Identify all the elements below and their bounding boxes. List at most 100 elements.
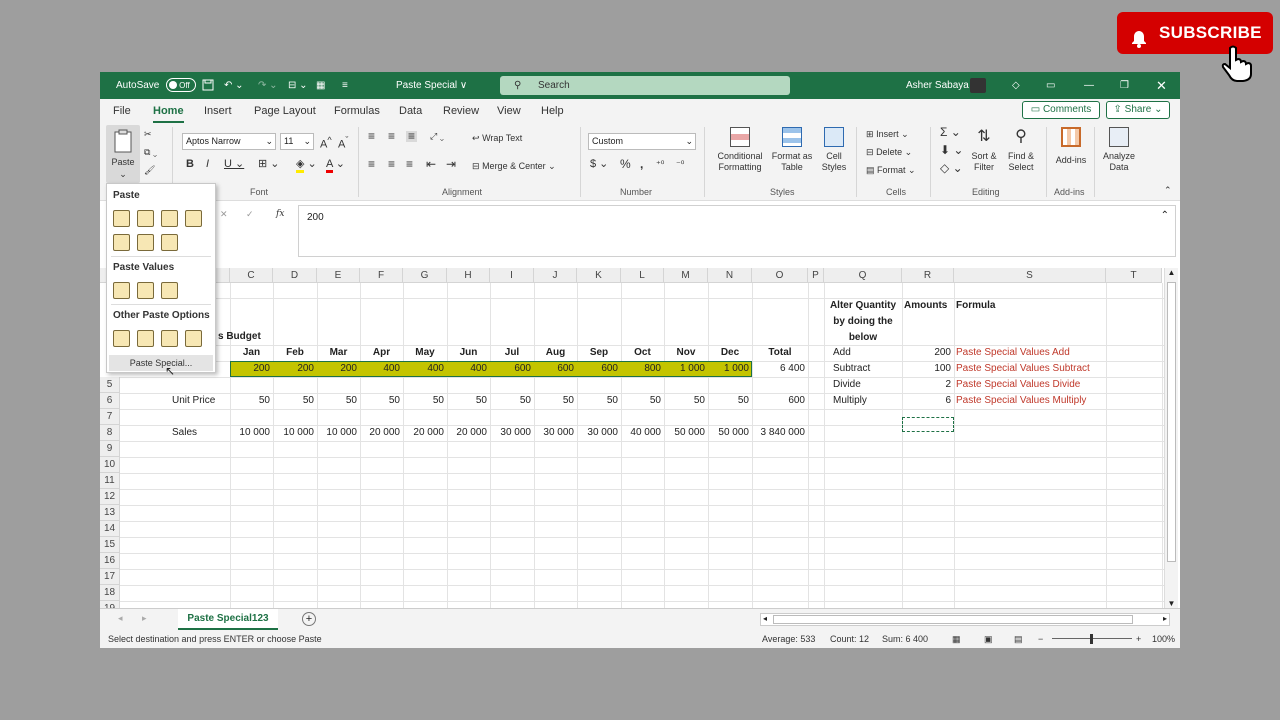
- copy-icon[interactable]: ⧉ ⌄: [144, 147, 157, 158]
- zoom-in-icon[interactable]: +: [1136, 630, 1141, 648]
- fill-icon[interactable]: ⬇ ⌄: [940, 144, 963, 156]
- tab-help[interactable]: Help: [541, 99, 564, 123]
- values-number-format-icon[interactable]: [137, 282, 154, 299]
- unit-price-cell[interactable]: 50: [534, 393, 577, 409]
- column-header[interactable]: J: [534, 268, 577, 283]
- next-sheet-icon[interactable]: ▸: [142, 613, 147, 624]
- sales-cell[interactable]: 40 000: [621, 425, 664, 441]
- sales-cell[interactable]: 20 000: [447, 425, 490, 441]
- column-header[interactable]: Q: [824, 268, 902, 283]
- diamond-icon[interactable]: ◇: [1012, 72, 1020, 99]
- quantity-cell[interactable]: 400: [360, 361, 403, 377]
- column-header[interactable]: K: [577, 268, 621, 283]
- table-icon[interactable]: ▦: [316, 72, 325, 99]
- sales-cell[interactable]: 10 000: [317, 425, 360, 441]
- row-header[interactable]: 7: [100, 409, 120, 425]
- sales-cell[interactable]: 10 000: [273, 425, 317, 441]
- op-cell[interactable]: Multiply: [833, 393, 867, 409]
- op-cell[interactable]: Add: [833, 345, 851, 361]
- hscroll-thumb[interactable]: [773, 615, 1133, 624]
- user-name[interactable]: Asher Sabaya: [906, 72, 969, 99]
- column-header[interactable]: S: [954, 268, 1106, 283]
- scroll-thumb[interactable]: [1167, 282, 1176, 562]
- increase-decimal-icon[interactable]: ⁺⁰: [656, 159, 664, 170]
- column-header[interactable]: I: [490, 268, 534, 283]
- column-header[interactable]: T: [1106, 268, 1162, 283]
- align-bottom-icon[interactable]: ≡: [406, 130, 418, 142]
- column-header[interactable]: G: [403, 268, 447, 283]
- unit-price-cell[interactable]: 50: [360, 393, 403, 409]
- sales-cell[interactable]: 30 000: [490, 425, 534, 441]
- scroll-down-icon[interactable]: ▼: [1165, 599, 1178, 608]
- confirm-entry-icon[interactable]: ✓: [246, 209, 254, 220]
- borders-icon[interactable]: ⊞ ⌄: [258, 159, 280, 170]
- quantity-cell[interactable]: 800: [621, 361, 664, 377]
- picture-icon[interactable]: [161, 330, 178, 347]
- number-format-select[interactable]: Custom ⌄: [588, 133, 696, 150]
- formula-note[interactable]: Paste Special Values Add: [956, 345, 1070, 361]
- fill-color-icon[interactable]: ◈ ⌄: [296, 158, 317, 173]
- column-header[interactable]: C: [230, 268, 273, 283]
- row-header[interactable]: 5: [100, 377, 120, 393]
- sales-total[interactable]: 3 840 000: [752, 425, 808, 441]
- op-cell[interactable]: Subtract: [833, 361, 870, 377]
- decrease-indent-icon[interactable]: ⇤: [426, 158, 436, 170]
- column-header[interactable]: E: [317, 268, 360, 283]
- cell-styles-button[interactable]: Cell Styles: [816, 127, 852, 173]
- sales-cell[interactable]: 20 000: [360, 425, 403, 441]
- sales-cell[interactable]: 50 000: [708, 425, 752, 441]
- row-header[interactable]: 15: [100, 537, 120, 553]
- unit-price-cell[interactable]: 50: [708, 393, 752, 409]
- unit-price-cell[interactable]: 50: [577, 393, 621, 409]
- paste-special-menu-item[interactable]: Paste Special...: [109, 355, 213, 371]
- column-header[interactable]: N: [708, 268, 752, 283]
- op-cell[interactable]: Divide: [833, 377, 861, 393]
- page-layout-icon[interactable]: ▣: [984, 630, 993, 648]
- column-header[interactable]: H: [447, 268, 490, 283]
- align-left-icon[interactable]: ≡: [368, 158, 375, 170]
- paste-formulas-number-format-icon[interactable]: [161, 210, 178, 227]
- row-header[interactable]: 18: [100, 585, 120, 601]
- align-top-icon[interactable]: ≡: [368, 130, 375, 142]
- amount-cell[interactable]: 100: [902, 361, 954, 377]
- row-header[interactable]: 16: [100, 553, 120, 569]
- redo-icon[interactable]: ↷ ⌄: [258, 72, 278, 99]
- formula-input[interactable]: 200 ⌃: [298, 205, 1176, 257]
- conditional-formatting-button[interactable]: Conditional Formatting: [712, 127, 768, 173]
- zoom-level[interactable]: 100%: [1152, 630, 1175, 648]
- row-header[interactable]: 6: [100, 393, 120, 409]
- zoom-out-icon[interactable]: −: [1038, 630, 1043, 648]
- quantity-cell[interactable]: 200: [230, 361, 273, 377]
- column-header[interactable]: M: [664, 268, 708, 283]
- sales-cell[interactable]: 50 000: [664, 425, 708, 441]
- decrease-font-icon[interactable]: Aˇ: [338, 135, 348, 151]
- tab-file[interactable]: File: [113, 99, 131, 123]
- row-header[interactable]: 13: [100, 505, 120, 521]
- underline-icon[interactable]: U ⌄: [224, 159, 244, 170]
- formula-note[interactable]: Paste Special Values Divide: [956, 377, 1080, 393]
- horizontal-scrollbar[interactable]: ◂ ▸: [760, 613, 1170, 626]
- cut-icon[interactable]: ✂: [144, 129, 152, 140]
- zoom-slider-thumb[interactable]: [1090, 634, 1093, 644]
- undo-icon[interactable]: ↶ ⌄: [224, 72, 244, 99]
- tab-data[interactable]: Data: [399, 99, 422, 123]
- comma-icon[interactable]: ,: [640, 158, 643, 170]
- column-header[interactable]: O: [752, 268, 808, 283]
- increase-font-icon[interactable]: A^: [320, 135, 332, 151]
- unit-price-cell[interactable]: 50: [621, 393, 664, 409]
- quantity-cell[interactable]: 1 000: [708, 361, 752, 377]
- column-header[interactable]: D: [273, 268, 317, 283]
- amount-cell[interactable]: 6: [902, 393, 954, 409]
- align-center-icon[interactable]: ≡: [388, 158, 395, 170]
- unit-price-cell[interactable]: 50: [230, 393, 273, 409]
- expand-formula-icon[interactable]: ⌃: [1161, 210, 1169, 221]
- scroll-up-icon[interactable]: ▲: [1165, 268, 1178, 277]
- sales-cell[interactable]: 20 000: [403, 425, 447, 441]
- accounting-icon[interactable]: $ ⌄: [590, 159, 608, 170]
- formula-note[interactable]: Paste Special Values Subtract: [956, 361, 1090, 377]
- align-middle-icon[interactable]: ≡: [388, 130, 395, 142]
- share-button[interactable]: ⇪ Share ⌄: [1106, 101, 1170, 119]
- unit-price-cell[interactable]: 50: [490, 393, 534, 409]
- autosum-icon[interactable]: Σ ⌄: [940, 126, 961, 138]
- format-as-table-button[interactable]: Format as Table: [768, 127, 816, 173]
